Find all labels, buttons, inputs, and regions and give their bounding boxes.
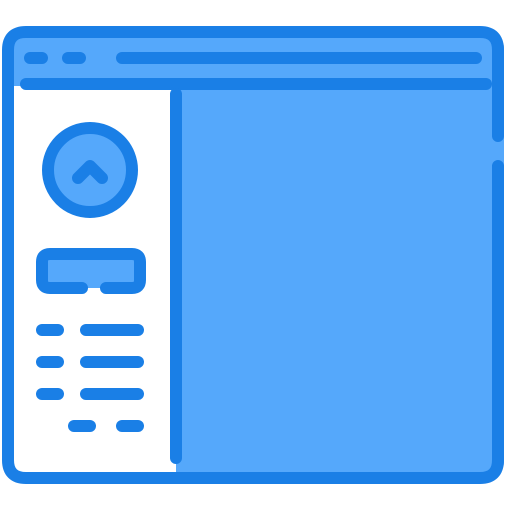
icon-stage (0, 0, 512, 512)
browser-window-profile-layout-icon (2, 26, 504, 484)
profile-name-box (36, 248, 146, 294)
